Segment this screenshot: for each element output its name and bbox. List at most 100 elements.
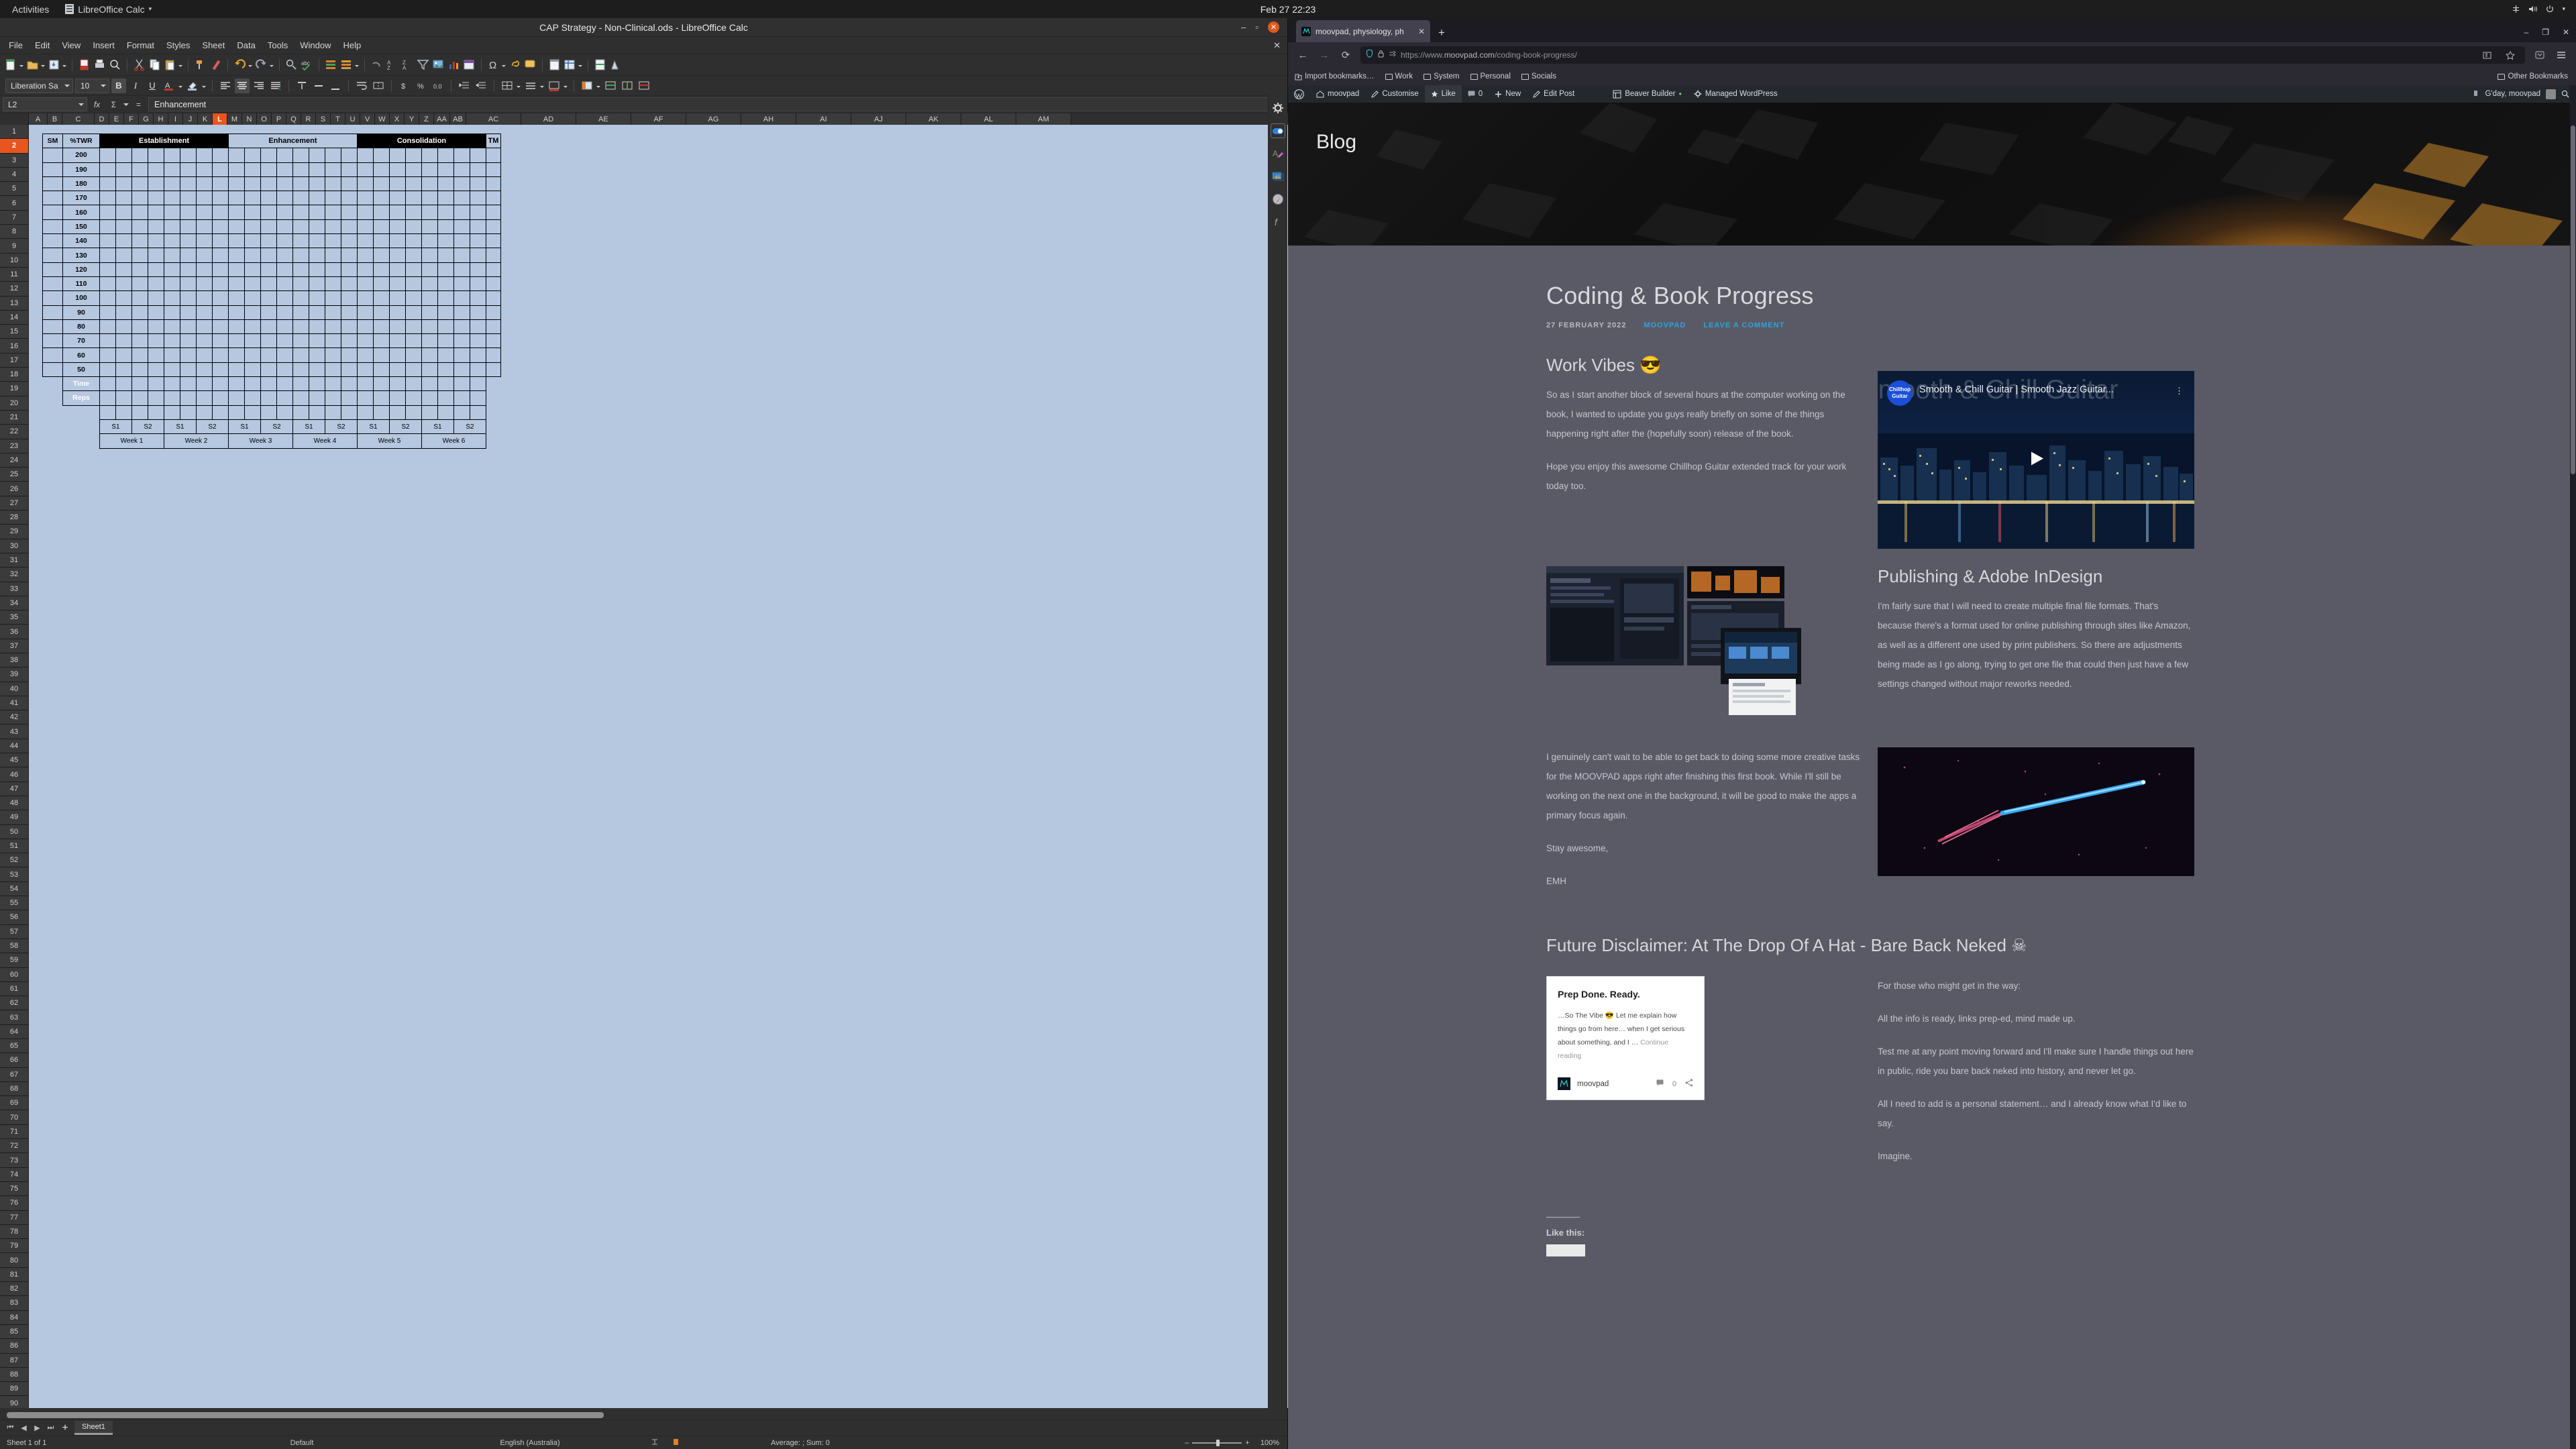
row-header-88[interactable]: 88 [0,1367,29,1383]
cell-data[interactable] [212,405,229,420]
column-header-AI[interactable]: AI [796,113,851,125]
cell-data[interactable] [373,205,390,220]
special-character-icon[interactable]: Ω [486,58,500,72]
close-button[interactable]: ✕ [1268,21,1279,33]
column-header-E[interactable]: E [109,113,124,125]
cell-data[interactable] [325,176,341,192]
cell-data[interactable] [292,176,309,192]
indent-decrease-icon[interactable] [474,78,488,93]
cell-data[interactable] [373,162,390,177]
cell-data[interactable] [421,205,438,220]
cell-data[interactable] [180,276,197,292]
cell-twr-value[interactable]: 90 [62,305,100,320]
column-header-AD[interactable]: AD [521,113,576,125]
lock-icon[interactable] [1378,49,1384,61]
number-format-icon[interactable]: 0.0 [431,78,445,93]
column-header-K[interactable]: K [198,113,213,125]
cell-data[interactable] [309,219,325,235]
row-header-61[interactable]: 61 [0,981,29,997]
cell-data[interactable] [437,290,454,306]
cell-data[interactable] [292,205,309,220]
cell-data[interactable] [212,233,229,249]
cell-data[interactable] [164,290,180,306]
cell-data[interactable] [260,205,277,220]
redo-icon[interactable] [254,58,268,72]
cell-data[interactable] [244,276,261,292]
row-header-37[interactable]: 37 [0,639,29,653]
close-button[interactable]: ✕ [2563,28,2569,37]
cell-data[interactable] [421,319,438,335]
cell-data[interactable] [115,262,132,277]
cell-sm[interactable] [42,347,63,363]
cell-data[interactable] [357,376,374,392]
cell-data[interactable] [421,233,438,249]
row-header-14[interactable]: 14 [0,310,29,325]
justified-icon[interactable] [268,78,283,93]
bold-button[interactable]: B [111,78,126,93]
row-header-74[interactable]: 74 [0,1167,29,1182]
row-header-63[interactable]: 63 [0,1010,29,1025]
menu-styles[interactable]: Styles [160,37,196,54]
admin-like[interactable]: Like [1424,85,1462,103]
cell-data[interactable] [357,319,374,335]
cell-data[interactable] [405,319,422,335]
cell-data[interactable] [148,262,164,277]
cell-data[interactable] [389,233,406,249]
cell-data[interactable] [453,333,470,349]
cell-session[interactable]: S2 [131,419,164,435]
cell-tm[interactable] [486,248,501,263]
cell-data[interactable] [389,205,406,220]
status-page-style[interactable]: Default [188,1439,416,1447]
freeze-dropdown-arrow[interactable] [578,58,583,72]
cell-data[interactable] [99,276,116,292]
menu-edit[interactable]: Edit [29,37,56,54]
cell-tm[interactable] [486,362,501,378]
cell-data[interactable] [357,347,374,363]
row-header-13[interactable]: 13 [0,296,29,311]
cell-twr-value[interactable]: 160 [62,205,100,220]
column-header-X[interactable]: X [390,113,405,125]
row-header-29[interactable]: 29 [0,525,29,539]
cell-data[interactable] [212,262,229,277]
cell-data[interactable] [421,191,438,206]
cell-data[interactable] [437,233,454,249]
row-header-81[interactable]: 81 [0,1267,29,1283]
admin-edit-post[interactable]: Edit Post [1527,85,1580,103]
cell-data[interactable] [164,248,180,263]
cell-data[interactable] [309,233,325,249]
cell-data[interactable] [131,405,148,420]
row-header-84[interactable]: 84 [0,1310,29,1325]
cell-data[interactable] [389,347,406,363]
first-sheet-button[interactable]: ⏮ [5,1424,15,1432]
cell-data[interactable] [99,176,116,192]
cell-data[interactable] [373,276,390,292]
cell-data[interactable] [470,362,486,378]
leave-comment-link[interactable]: LEAVE A COMMENT [1703,321,1784,329]
column-header-AB[interactable]: AB [450,113,466,125]
row-header-38[interactable]: 38 [0,653,29,668]
cell-data[interactable] [357,405,374,420]
cell-sm[interactable] [42,248,63,263]
comment-icon[interactable] [1656,1079,1664,1088]
cut-icon[interactable] [132,58,146,72]
cell-data[interactable] [196,233,213,249]
row-header-44[interactable]: 44 [0,739,29,754]
cell-data[interactable] [357,205,374,220]
cell-data[interactable] [292,405,309,420]
cell-data[interactable] [276,276,293,292]
delete-row-icon[interactable] [637,78,651,93]
cell-data[interactable] [437,276,454,292]
cell-data[interactable] [437,205,454,220]
menu-file[interactable]: File [3,37,29,54]
next-sheet-button[interactable]: ▶ [32,1424,42,1432]
cell-data[interactable] [260,319,277,335]
menu-data[interactable]: Data [231,37,261,54]
column-header-C[interactable]: C [62,113,95,125]
cell-data[interactable] [180,262,197,277]
wrap-text-icon[interactable] [354,78,369,93]
cell-data[interactable] [373,390,390,406]
cell-data[interactable] [373,176,390,192]
cell-data[interactable] [341,319,358,335]
cell-data[interactable] [99,248,116,263]
column-header-M[interactable]: M [227,113,242,125]
